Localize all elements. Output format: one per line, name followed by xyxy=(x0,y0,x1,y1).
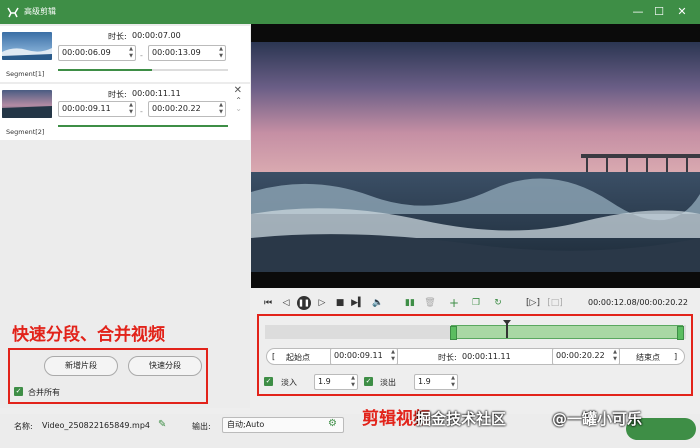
segment-thumbnail xyxy=(2,32,52,60)
name-label: 名称: xyxy=(14,422,33,431)
app-logo-icon xyxy=(7,7,19,18)
fade-out-checkbox[interactable]: ✓ xyxy=(364,377,373,386)
minimize-button[interactable]: — xyxy=(630,4,646,20)
watermark-community: 掘金技术社区 xyxy=(416,410,507,428)
segment-progress-fill xyxy=(58,125,228,127)
spinner-arrows-icon[interactable]: ▲ ▼ xyxy=(351,375,355,389)
trim-start-field[interactable]: 00:00:09.11 ▲ ▼ xyxy=(330,348,398,365)
spinner-arrows-icon[interactable]: ▲ ▼ xyxy=(451,375,455,389)
fade-in-label: 淡入 xyxy=(281,378,297,387)
trim-timeline[interactable] xyxy=(265,325,686,340)
bracket-in-icon[interactable]: [▷] xyxy=(523,294,543,312)
spinner-arrows-icon[interactable]: ▲ ▼ xyxy=(613,349,617,363)
file-name-value: Video_250822165849.mp4 xyxy=(42,421,150,430)
range-dash: - xyxy=(140,51,143,60)
segment-progress-bar xyxy=(58,69,228,71)
step-forward-icon[interactable]: ▷ xyxy=(315,294,329,312)
bracket-out-icon[interactable]: [□] xyxy=(547,294,563,312)
segment-end-field[interactable]: 00:00:13.09 ▲ ▼ xyxy=(148,45,226,61)
segment-progress-bar xyxy=(58,125,228,127)
edit-pencil-icon[interactable]: ✎ xyxy=(158,419,166,430)
add-segment-button[interactable]: 新增片段 xyxy=(44,356,118,376)
bracket-left: [ xyxy=(272,352,276,361)
video-frame xyxy=(251,24,700,288)
output-path-field[interactable]: 自动;Auto xyxy=(222,417,344,433)
fade-out-label: 淡出 xyxy=(380,378,396,387)
segment-item-1[interactable]: Segment[1] 时长: 00:00:07.00 00:00:06.09 ▲ ▼… xyxy=(0,26,250,82)
trim-handle-end[interactable] xyxy=(677,326,684,340)
segment-start-field[interactable]: 00:00:06.09 ▲ ▼ xyxy=(58,45,136,61)
segment-label: Segment[2] xyxy=(6,128,45,136)
remove-segment-icon[interactable]: ✕ xyxy=(234,85,242,96)
segment-end-value: 00:00:20.22 xyxy=(152,104,201,113)
spinner-arrows-icon[interactable]: ▲ ▼ xyxy=(129,102,133,116)
watermark-author: @一罐小可乐 xyxy=(552,410,643,428)
fade-in-field[interactable]: 1.9 ▲ ▼ xyxy=(314,374,358,390)
left-annotation: 快速分段、合并视频 xyxy=(12,325,165,345)
gear-icon[interactable]: ⚙ xyxy=(328,418,337,429)
range-dash: - xyxy=(140,107,143,116)
delete-icon[interactable]: 🗑 xyxy=(423,294,437,312)
fade-in-value: 1.9 xyxy=(318,377,331,386)
split-icon[interactable]: ▮▮ xyxy=(403,294,417,312)
output-path-value: 自动;Auto xyxy=(227,420,265,429)
video-preview[interactable] xyxy=(251,24,700,288)
set-start-button[interactable]: 起始点 xyxy=(286,352,310,363)
move-down-icon[interactable]: ⌄ xyxy=(235,104,242,113)
trim-end-field[interactable]: 00:00:20.22 ▲ ▼ xyxy=(552,348,620,365)
segment-end-field[interactable]: 00:00:20.22 ▲ ▼ xyxy=(148,101,226,117)
segment-start-value: 00:00:06.09 xyxy=(62,48,111,57)
trim-duration-value: 00:00:11.11 xyxy=(462,352,511,361)
segment-thumbnail xyxy=(2,90,52,118)
bracket-right: ] xyxy=(674,352,678,361)
add-icon[interactable]: + xyxy=(447,294,461,312)
quick-split-button[interactable]: 快速分段 xyxy=(128,356,202,376)
spinner-arrows-icon[interactable]: ▲ ▼ xyxy=(129,46,133,60)
close-button[interactable]: ✕ xyxy=(674,4,690,20)
trim-duration-label: 时长: xyxy=(438,353,457,362)
prev-frame-icon[interactable]: ⏮ xyxy=(261,294,275,312)
window-title: 高级剪辑 xyxy=(24,7,56,16)
fade-out-field[interactable]: 1.9 ▲ ▼ xyxy=(414,374,458,390)
spinner-arrows-icon[interactable]: ▲ ▼ xyxy=(219,102,223,116)
segment-start-value: 00:00:09.11 xyxy=(62,104,111,113)
segment-duration-label: 时长: xyxy=(108,32,127,41)
trim-start-value: 00:00:09.11 xyxy=(334,351,383,360)
maximize-button[interactable]: ☐ xyxy=(651,4,667,20)
trim-handle-start[interactable] xyxy=(450,326,457,340)
rotate-icon[interactable]: ↻ xyxy=(491,294,505,312)
step-back-icon[interactable]: ◁ xyxy=(279,294,293,312)
segment-start-field[interactable]: 00:00:09.11 ▲ ▼ xyxy=(58,101,136,117)
segment-duration-value: 00:00:07.00 xyxy=(132,31,181,40)
segment-item-2[interactable]: Segment[2] 时长: 00:00:11.11 00:00:09.11 ▲ ▼… xyxy=(0,84,250,140)
player-controls: ⏮ ◁ ❚❚ ▷ ■ ▶▍ 🔈 ▮▮ 🗑 + ❐ ↻ [▷] [□] 00:00… xyxy=(251,294,700,312)
segment-label: Segment[1] xyxy=(6,70,45,78)
output-label: 输出: xyxy=(192,422,211,431)
pause-icon[interactable]: ❚❚ xyxy=(297,296,311,310)
title-bar: 高级剪辑 — ☐ ✕ xyxy=(0,0,700,24)
merge-all-checkbox[interactable]: ✓ xyxy=(14,387,23,396)
segment-progress-fill xyxy=(58,69,152,71)
stop-icon[interactable]: ■ xyxy=(333,294,347,312)
playhead-marker[interactable] xyxy=(503,320,511,338)
spinner-arrows-icon[interactable]: ▲ ▼ xyxy=(391,349,395,363)
trim-selection[interactable] xyxy=(450,325,684,340)
volume-icon[interactable]: 🔈 xyxy=(371,294,385,312)
merge-all-label: 合并所有 xyxy=(28,388,60,397)
trim-end-value: 00:00:20.22 xyxy=(556,351,605,360)
fade-out-value: 1.9 xyxy=(418,377,431,386)
segment-end-value: 00:00:13.09 xyxy=(152,48,201,57)
fade-in-checkbox[interactable]: ✓ xyxy=(264,377,273,386)
set-end-button[interactable]: 结束点 xyxy=(636,352,660,363)
copy-icon[interactable]: ❐ xyxy=(469,294,483,312)
player-timecode: 00:00:12.08/00:00:20.22 xyxy=(588,298,688,307)
segment-duration-value: 00:00:11.11 xyxy=(132,89,181,98)
mark-out-icon[interactable]: ▶▍ xyxy=(351,294,365,312)
segment-duration-label: 时长: xyxy=(108,90,127,99)
spinner-arrows-icon[interactable]: ▲ ▼ xyxy=(219,46,223,60)
